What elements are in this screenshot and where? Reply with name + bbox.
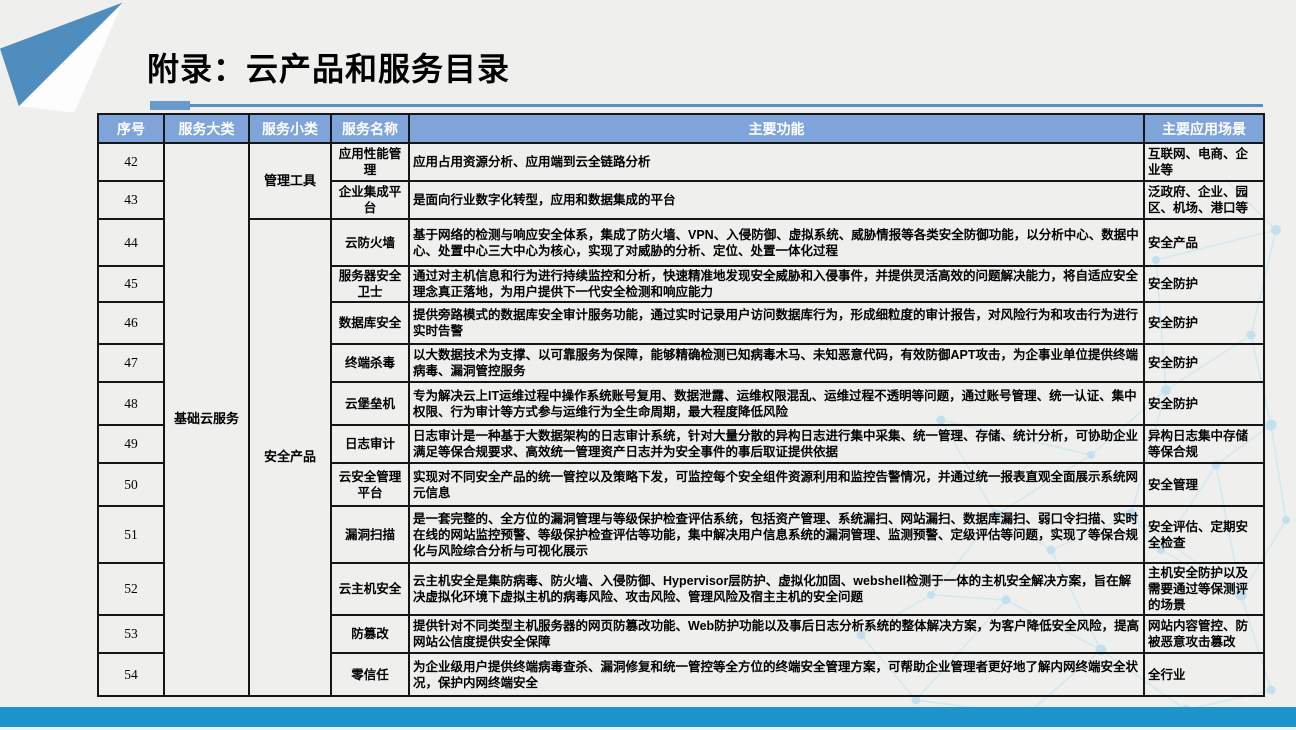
service-name-cell: 漏洞扫描 [331,506,409,563]
scenario-cell: 安全产品 [1144,219,1264,266]
serial-number-cell: 51 [98,506,164,563]
function-cell: 提供旁路模式的数据库安全审计服务功能，通过实时记录用户访问数据库行为，形成细粒度… [409,302,1144,344]
scenario-cell: 主机安全防护以及需要通过等保测评的场景 [1144,563,1264,615]
serial-number-cell: 43 [98,181,164,219]
footer-accent-bar [0,707,1296,727]
scenario-cell: 安全评估、定期安全检查 [1144,506,1264,563]
service-name-cell: 终端杀毒 [331,344,409,382]
serial-number-cell: 45 [98,266,164,302]
serial-number-cell: 47 [98,344,164,382]
function-cell: 通过对主机信息和行为进行持续监控和分析，快速精准地发现安全威胁和入侵事件，并提供… [409,266,1144,302]
scenario-cell: 安全防护 [1144,382,1264,425]
function-cell: 是面向行业数字化转型，应用和数据集成的平台 [409,181,1144,219]
title-underline [150,104,1263,107]
serial-number-cell: 50 [98,463,164,506]
table-row: 44 安全产品 云防火墙基于网络的检测与响应安全体系，集成了防火墙、VPN、入侵防御… [98,219,1264,266]
header-application-scenario: 主要应用场景 [1144,114,1264,143]
scenario-cell: 安全管理 [1144,463,1264,506]
serial-number-cell: 44 [98,219,164,266]
scenario-cell: 全行业 [1144,653,1264,696]
function-cell: 云主机安全是集防病毒、防火墙、入侵防御、Hypervisor层防护、虚拟化加固、… [409,563,1144,615]
title-underline-accent [150,101,190,110]
service-name-cell: 企业集成平台 [331,181,409,219]
subcategory-cell: 管理工具 [249,143,331,219]
serial-number-cell: 42 [98,143,164,181]
table-header-row: 序号 服务大类 服务小类 服务名称 主要功能 主要应用场景 [98,114,1264,143]
scenario-cell: 互联网、电商、企业等 [1144,143,1264,181]
serial-number-cell: 54 [98,653,164,696]
header-service-name: 服务名称 [331,114,409,143]
header-service-subcategory: 服务小类 [249,114,331,143]
service-name-cell: 应用性能管理 [331,143,409,181]
scenario-cell: 安全防护 [1144,266,1264,302]
serial-number-cell: 49 [98,425,164,463]
function-cell: 基于网络的检测与响应安全体系，集成了防火墙、VPN、入侵防御、虚拟系统、威胁情报… [409,219,1144,266]
function-cell: 实现对不同安全产品的统一管控以及策略下发，可监控每个安全组件资源利用和监控告警情… [409,463,1144,506]
service-name-cell: 服务器安全卫士 [331,266,409,302]
scenario-cell: 安全防护 [1144,344,1264,382]
function-cell: 专为解决云上IT运维过程中操作系统账号复用、数据泄露、运维权限混乱、运维过程不透… [409,382,1144,425]
subcategory-cell: 安全产品 [249,219,331,696]
presentation-slide: 附录：云产品和服务目录 序号 服务大类 服务小类 服务名称 主要功能 主要应用场… [0,0,1296,730]
function-cell: 日志审计是一种基于大数据架构的日志审计系统，针对大量分散的异构日志进行集中采集、… [409,425,1144,463]
function-cell: 应用占用资源分析、应用端到云全链路分析 [409,143,1144,181]
serial-number-cell: 48 [98,382,164,425]
scenario-cell: 泛政府、企业、园区、机场、港口等 [1144,181,1264,219]
service-name-cell: 云安全管理平台 [331,463,409,506]
catalog-table-body: 42基础云服务管理工具应用性能管理应用占用资源分析、应用端到云全链路分析互联网、… [98,143,1264,696]
service-catalog-table: 序号 服务大类 服务小类 服务名称 主要功能 主要应用场景 42基础云服务管理工… [97,113,1265,697]
serial-number-cell: 53 [98,615,164,653]
serial-number-cell: 52 [98,563,164,615]
service-name-cell: 防篡改 [331,615,409,653]
function-cell: 是一套完整的、全方位的漏洞管理与等级保护检查评估系统，包括资产管理、系统漏扫、网… [409,506,1144,563]
service-name-cell: 云防火墙 [331,219,409,266]
function-cell: 提供针对不同类型主机服务器的网页防篡改功能、Web防护功能以及事后日志分析系统的… [409,615,1144,653]
header-serial-number: 序号 [98,114,164,143]
corner-triangle-decoration [0,0,135,128]
service-name-cell: 云主机安全 [331,563,409,615]
category-cell: 基础云服务 [164,143,249,696]
serial-number-cell: 46 [98,302,164,344]
scenario-cell: 网站内容管控、防被恶意攻击篡改 [1144,615,1264,653]
service-name-cell: 日志审计 [331,425,409,463]
function-cell: 以大数据技术为支撑、以可靠服务为保障，能够精确检测已知病毒木马、未知恶意代码，有… [409,344,1144,382]
header-main-function: 主要功能 [409,114,1144,143]
scenario-cell: 安全防护 [1144,302,1264,344]
page-title: 附录：云产品和服务目录 [147,44,510,90]
table-row: 42基础云服务管理工具应用性能管理应用占用资源分析、应用端到云全链路分析互联网、… [98,143,1264,181]
service-name-cell: 零信任 [331,653,409,696]
service-name-cell: 云堡垒机 [331,382,409,425]
service-name-cell: 数据库安全 [331,302,409,344]
function-cell: 为企业级用户提供终端病毒查杀、漏洞修复和统一管控等全方位的终端安全管理方案，可帮… [409,653,1144,696]
header-service-category: 服务大类 [164,114,249,143]
scenario-cell: 异构日志集中存储等保合规 [1144,425,1264,463]
